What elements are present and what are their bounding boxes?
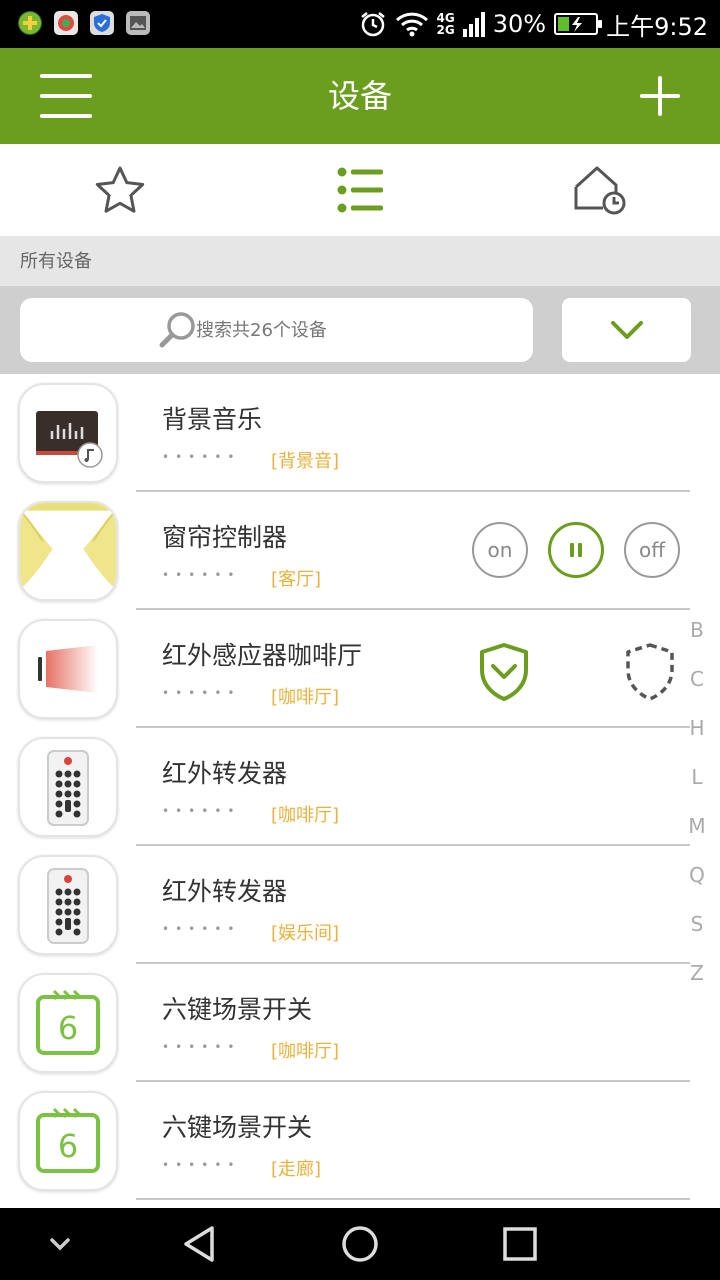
device-row-scene-switch[interactable]: 6 六键场景开关 •••••• [走廊] bbox=[0, 1082, 690, 1200]
device-id-masked: •••••• bbox=[162, 922, 241, 936]
device-room: [咖啡厅] bbox=[271, 1041, 340, 1062]
search-input[interactable]: 搜索共26个设备 bbox=[20, 298, 533, 362]
device-row-ir-transponder[interactable]: 红外转发器 •••••• [咖啡厅] bbox=[0, 728, 690, 846]
index-letter[interactable]: Q bbox=[674, 851, 720, 900]
search-icon bbox=[159, 312, 195, 348]
star-icon bbox=[95, 166, 145, 213]
hide-keyboard-icon[interactable] bbox=[40, 1224, 80, 1264]
signal-icon bbox=[462, 12, 485, 37]
battery-icon bbox=[554, 13, 603, 35]
shield-check-icon[interactable] bbox=[478, 642, 530, 702]
device-room: [咖啡厅] bbox=[271, 805, 340, 826]
device-room: [客厅] bbox=[271, 569, 322, 590]
search-placeholder: 搜索共26个设备 bbox=[196, 320, 327, 341]
device-id-masked: •••••• bbox=[162, 1040, 241, 1054]
home-icon[interactable] bbox=[340, 1224, 380, 1264]
device-name: 红外转发器 bbox=[162, 759, 288, 788]
row-divider bbox=[136, 1198, 690, 1200]
device-name: 六键场景开关 bbox=[162, 1113, 313, 1142]
device-name: 背景音乐 bbox=[162, 405, 263, 434]
menu-button[interactable] bbox=[36, 72, 96, 120]
index-letter[interactable]: Z bbox=[674, 949, 720, 998]
device-row-ir-transponder[interactable]: 红外转发器 •••••• [娱乐间] bbox=[0, 846, 690, 964]
system-nav-bar bbox=[0, 1208, 720, 1280]
recent-apps-icon[interactable] bbox=[500, 1224, 540, 1264]
search-area: 搜索共26个设备 bbox=[0, 286, 720, 374]
status-right: 4G 2G 30% 上午9:52 bbox=[359, 0, 708, 48]
shield-dashed-icon[interactable] bbox=[624, 642, 676, 702]
remote-control-icon bbox=[18, 855, 118, 955]
app-notification-icon-3 bbox=[90, 11, 114, 35]
list-icon bbox=[337, 167, 383, 213]
battery-percent: 30% bbox=[492, 10, 547, 38]
back-icon[interactable] bbox=[180, 1224, 220, 1264]
scene-switch-icon: 6 bbox=[18, 1091, 118, 1191]
device-name: 六键场景开关 bbox=[162, 995, 313, 1024]
curtain-pause-button[interactable] bbox=[548, 522, 604, 578]
hamburger-menu-icon bbox=[40, 74, 92, 78]
device-id-masked: •••••• bbox=[162, 804, 241, 818]
home-clock-icon bbox=[574, 166, 626, 215]
device-row-infrared-sensor[interactable]: 红外感应器咖啡厅 •••••• [咖啡厅] bbox=[0, 610, 690, 728]
hamburger-line bbox=[40, 114, 92, 118]
device-id-masked: •••••• bbox=[162, 1158, 241, 1172]
section-label-all-devices: 所有设备 bbox=[0, 236, 720, 286]
infrared-sensor-icon bbox=[18, 619, 118, 719]
tab-bar bbox=[0, 144, 720, 236]
hamburger-line bbox=[40, 94, 92, 98]
pause-icon bbox=[570, 543, 582, 557]
device-name: 红外转发器 bbox=[162, 877, 288, 906]
device-row-background-music[interactable]: 背景音乐 •••••• [背景音] bbox=[0, 374, 690, 492]
network-type: 4G 2G bbox=[436, 11, 455, 37]
app-notification-icon-2 bbox=[54, 11, 78, 35]
curtain-icon bbox=[18, 501, 118, 601]
tab-favorites[interactable] bbox=[0, 144, 240, 236]
curtain-close-button[interactable]: off bbox=[624, 522, 680, 578]
add-device-button[interactable] bbox=[636, 72, 684, 120]
tab-device-list[interactable] bbox=[240, 144, 480, 236]
device-room: [咖啡厅] bbox=[271, 687, 340, 708]
wifi-icon bbox=[395, 12, 428, 37]
filter-dropdown-button[interactable] bbox=[562, 298, 691, 362]
clock: 上午9:52 bbox=[606, 12, 708, 41]
device-room: [背景音] bbox=[271, 451, 340, 472]
app-notification-icon-1 bbox=[18, 11, 42, 35]
device-room: [娱乐间] bbox=[271, 923, 340, 944]
scene-switch-icon: 6 bbox=[18, 973, 118, 1073]
index-letter[interactable]: S bbox=[674, 900, 720, 949]
device-room: [走廊] bbox=[271, 1159, 322, 1180]
index-letter[interactable]: C bbox=[674, 655, 720, 704]
curtain-open-button[interactable]: on bbox=[472, 522, 528, 578]
app-notification-icon-4 bbox=[126, 11, 150, 35]
device-row-curtain[interactable]: 窗帘控制器 •••••• [客厅] on off bbox=[0, 492, 690, 610]
device-name: 红外感应器咖啡厅 bbox=[162, 641, 363, 670]
page-title: 设备 bbox=[327, 77, 392, 115]
index-letter[interactable]: H bbox=[674, 704, 720, 753]
index-letter[interactable]: M bbox=[674, 802, 720, 851]
music-player-icon bbox=[18, 383, 118, 483]
device-name: 窗帘控制器 bbox=[162, 523, 288, 552]
alarm-icon bbox=[360, 12, 385, 37]
device-list: 背景音乐 •••••• [背景音] 窗帘控制器 •••••• [客厅] on o… bbox=[0, 374, 720, 1208]
status-bar: 4G 2G 30% 上午9:52 bbox=[0, 0, 720, 48]
index-letter[interactable]: B bbox=[674, 606, 720, 655]
index-letter[interactable]: L bbox=[674, 753, 720, 802]
app-header: 设备 bbox=[0, 48, 720, 144]
remote-control-icon bbox=[18, 737, 118, 837]
tab-home-scenes[interactable] bbox=[480, 144, 720, 236]
device-id-masked: •••••• bbox=[162, 686, 241, 700]
alphabet-index[interactable]: B C H L M Q S Z bbox=[674, 606, 720, 998]
device-row-scene-switch[interactable]: 6 六键场景开关 •••••• [咖啡厅] bbox=[0, 964, 690, 1082]
scene-number: 6 bbox=[58, 1127, 78, 1165]
device-id-masked: •••••• bbox=[162, 450, 241, 464]
device-id-masked: •••••• bbox=[162, 568, 241, 582]
scene-number: 6 bbox=[58, 1009, 78, 1047]
chevron-down-icon bbox=[610, 321, 643, 339]
